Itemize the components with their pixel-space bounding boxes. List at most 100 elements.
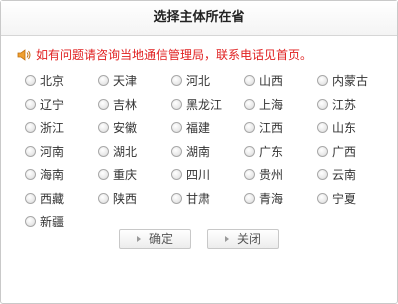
province-option[interactable]: 贵州 [244, 163, 317, 187]
radio-button[interactable] [171, 98, 182, 110]
radio-button[interactable] [244, 169, 255, 181]
province-option[interactable]: 湖北 [98, 140, 171, 164]
province-option[interactable]: 内蒙古 [317, 69, 390, 93]
province-option[interactable]: 甘肃 [171, 187, 244, 211]
province-option[interactable]: 北京 [25, 69, 98, 93]
province-option[interactable]: 河南 [25, 140, 98, 164]
radio-button[interactable] [317, 169, 328, 181]
province-option[interactable]: 西藏 [25, 187, 98, 211]
confirm-button-label: 确定 [148, 232, 173, 246]
close-button[interactable]: 关闭 [207, 229, 279, 249]
province-label: 辽宁 [40, 97, 65, 112]
province-label: 北京 [40, 74, 65, 89]
province-option[interactable]: 江西 [244, 116, 317, 140]
radio-button[interactable] [171, 145, 182, 157]
radio-button[interactable] [171, 192, 182, 204]
province-option[interactable]: 河北 [171, 69, 244, 93]
radio-button[interactable] [25, 216, 36, 228]
province-label: 湖北 [113, 144, 138, 159]
radio-button[interactable] [98, 98, 109, 110]
radio-button[interactable] [25, 145, 36, 157]
radio-button[interactable] [244, 75, 255, 87]
province-option[interactable]: 上海 [244, 93, 317, 117]
radio-button[interactable] [244, 145, 255, 157]
province-radio-grid: 北京 天津 河北 山西 内蒙古辽宁 吉林 黑龙江 上海 江苏浙江 安徽 福建 江西 山东河南 湖北 湖南 广东… [25, 69, 385, 234]
notice-line: 如有问题请咨询当地通信管理局，联系电话见首页。 [17, 47, 312, 66]
province-label: 宁夏 [332, 191, 357, 206]
province-label: 广东 [259, 144, 284, 159]
province-option[interactable]: 广东 [244, 140, 317, 164]
notice-text: 如有问题请咨询当地通信管理局，联系电话见首页。 [36, 48, 313, 62]
radio-button[interactable] [317, 75, 328, 87]
radio-button[interactable] [317, 122, 328, 134]
close-button-label: 关闭 [236, 232, 261, 246]
radio-button[interactable] [171, 75, 182, 87]
province-option[interactable]: 山东 [317, 116, 390, 140]
province-option[interactable]: 宁夏 [317, 187, 390, 211]
province-option[interactable]: 海南 [25, 163, 98, 187]
radio-button[interactable] [317, 192, 328, 204]
confirm-button[interactable]: 确定 [119, 229, 191, 249]
province-option[interactable]: 云南 [317, 163, 390, 187]
province-label: 河北 [186, 74, 211, 89]
radio-button[interactable] [25, 98, 36, 110]
province-label: 黑龙江 [186, 97, 223, 112]
province-option[interactable]: 湖南 [171, 140, 244, 164]
province-label: 江西 [259, 121, 284, 136]
radio-button[interactable] [25, 122, 36, 134]
province-option[interactable]: 江苏 [317, 93, 390, 117]
province-option[interactable]: 福建 [171, 116, 244, 140]
province-label: 海南 [40, 168, 65, 183]
province-option[interactable]: 四川 [171, 163, 244, 187]
radio-button[interactable] [171, 122, 182, 134]
province-option[interactable]: 重庆 [98, 163, 171, 187]
province-label: 福建 [186, 121, 211, 136]
province-label: 云南 [332, 168, 357, 183]
radio-button[interactable] [25, 75, 36, 87]
province-label: 湖南 [186, 144, 211, 159]
radio-button[interactable] [98, 122, 109, 134]
province-label: 青海 [259, 191, 284, 206]
radio-button[interactable] [98, 169, 109, 181]
radio-button[interactable] [98, 75, 109, 87]
radio-button[interactable] [244, 98, 255, 110]
radio-button[interactable] [98, 145, 109, 157]
province-label: 新疆 [40, 215, 65, 230]
province-label: 贵州 [259, 168, 284, 183]
province-option[interactable]: 陕西 [98, 187, 171, 211]
play-arrow-icon [224, 236, 229, 242]
province-label: 安徽 [113, 121, 138, 136]
province-option[interactable]: 山西 [244, 69, 317, 93]
speaker-icon [17, 48, 33, 66]
province-option[interactable]: 广西 [317, 140, 390, 164]
province-label: 西藏 [40, 191, 65, 206]
radio-button[interactable] [25, 169, 36, 181]
radio-button[interactable] [244, 122, 255, 134]
radio-button[interactable] [171, 169, 182, 181]
province-select-dialog: 选择主体所在省 如有问题请咨询当地通信管理局，联系电话见首页。 北京 天津 河北 山西… [0, 0, 398, 304]
province-option[interactable]: 天津 [98, 69, 171, 93]
province-option[interactable]: 吉林 [98, 93, 171, 117]
province-label: 甘肃 [186, 191, 211, 206]
radio-button[interactable] [317, 98, 328, 110]
radio-button[interactable] [244, 192, 255, 204]
province-label: 内蒙古 [332, 74, 369, 89]
province-option[interactable]: 青海 [244, 187, 317, 211]
province-label: 上海 [259, 97, 284, 112]
province-option[interactable]: 黑龙江 [171, 93, 244, 117]
province-option[interactable]: 安徽 [98, 116, 171, 140]
province-label: 浙江 [40, 121, 65, 136]
province-label: 四川 [186, 168, 211, 183]
province-option[interactable]: 新疆 [25, 210, 98, 234]
province-option[interactable]: 浙江 [25, 116, 98, 140]
province-label: 山西 [259, 74, 284, 89]
province-option[interactable]: 辽宁 [25, 93, 98, 117]
radio-button[interactable] [98, 192, 109, 204]
province-label: 重庆 [113, 168, 138, 183]
radio-button[interactable] [317, 145, 328, 157]
radio-button[interactable] [25, 192, 36, 204]
province-label: 天津 [113, 74, 138, 89]
province-label: 山东 [332, 121, 357, 136]
province-label: 陕西 [113, 191, 138, 206]
province-label: 江苏 [332, 97, 357, 112]
